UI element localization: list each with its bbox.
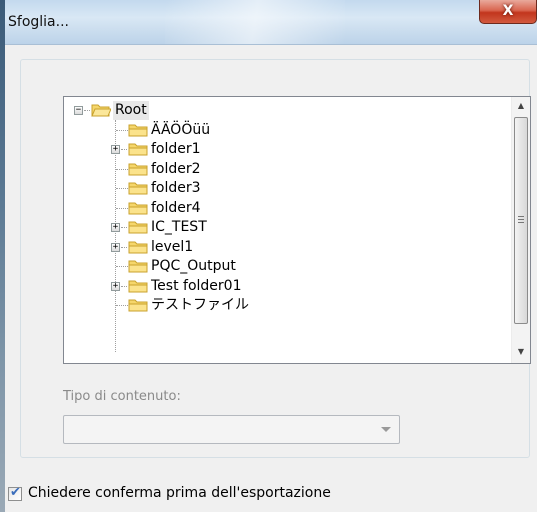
close-button[interactable]: X — [479, 0, 537, 24]
tree-connector — [121, 227, 127, 228]
expand-icon[interactable]: + — [111, 145, 120, 154]
tree-node-label: folder4 — [151, 200, 201, 216]
folder-icon — [128, 182, 148, 195]
tree-node-label: folder2 — [151, 161, 201, 177]
tree-node-label: folder3 — [151, 180, 201, 196]
tree-connector — [116, 208, 128, 209]
content-type-select[interactable] — [63, 415, 400, 444]
scroll-thumb[interactable] — [514, 117, 528, 324]
tree-connector — [116, 266, 128, 267]
folder-open-icon — [91, 104, 111, 117]
tree-node[interactable]: + level1 — [64, 238, 464, 257]
folder-icon — [128, 124, 148, 137]
tree-connector — [116, 188, 128, 189]
chevron-down-icon[interactable] — [381, 427, 391, 432]
expand-icon[interactable]: + — [111, 282, 120, 291]
tree-connector — [121, 286, 127, 287]
collapse-icon[interactable]: − — [74, 106, 83, 115]
tree-node-label: ÄÄÖÖüü — [151, 122, 211, 138]
thumb-grip — [518, 219, 524, 220]
tree-connector — [116, 130, 128, 131]
content-type-label: Tipo di contenuto: — [63, 389, 181, 404]
window-title: Sfoglia... — [8, 14, 69, 30]
folder-icon — [128, 143, 148, 156]
tree-node-root[interactable]: − Root — [64, 101, 364, 120]
thumb-grip — [518, 222, 524, 223]
tree-node[interactable]: folder2 — [64, 160, 464, 179]
confirm-export-checkbox[interactable]: ✔ — [8, 485, 22, 501]
tree-node-label: Root — [113, 101, 149, 120]
close-icon: X — [502, 3, 514, 19]
scroll-down-arrow-icon[interactable]: ▼ — [512, 343, 530, 361]
tree-node[interactable]: folder4 — [64, 199, 464, 218]
folder-icon — [128, 202, 148, 215]
folder-tree-content: − Root ÄÄÖÖüü + folder1 folder2 folder3 folde… — [64, 97, 512, 363]
folder-icon — [128, 280, 148, 293]
tree-node[interactable]: テストファイル — [64, 296, 464, 315]
expand-icon[interactable]: + — [111, 243, 120, 252]
scroll-up-arrow-icon[interactable]: ▲ — [512, 97, 530, 115]
tree-node-label: PQC_Output — [151, 258, 236, 274]
tree-node[interactable]: + IC_TEST — [64, 218, 464, 237]
tree-node[interactable]: ÄÄÖÖüü — [64, 121, 464, 140]
tree-node[interactable]: PQC_Output — [64, 257, 464, 276]
folder-tree[interactable]: − Root ÄÄÖÖüü + folder1 folder2 folder3 folde… — [63, 96, 531, 364]
folder-icon — [128, 260, 148, 273]
tree-connector — [84, 110, 90, 111]
folder-icon — [128, 221, 148, 234]
tree-node-label: Test folder01 — [151, 278, 242, 294]
confirm-export-label[interactable]: Chiedere conferma prima dell'esportazion… — [28, 485, 331, 501]
tree-node[interactable]: + Test folder01 — [64, 277, 464, 296]
tree-node-label: テストファイル — [151, 297, 249, 313]
tree-connector — [116, 169, 128, 170]
tree-node-label: folder1 — [151, 141, 201, 157]
folder-icon — [128, 241, 148, 254]
title-bar-shine — [165, 0, 345, 44]
tree-node[interactable]: folder3 — [64, 179, 464, 198]
tree-node-label: level1 — [151, 239, 194, 255]
tree-connector — [121, 247, 127, 248]
tree-node-label: IC_TEST — [151, 219, 207, 235]
tree-node[interactable]: + folder1 — [64, 140, 464, 159]
folder-icon — [128, 299, 148, 312]
checkmark-icon: ✔ — [10, 485, 21, 500]
title-bar[interactable]: Sfoglia... X — [5, 0, 537, 45]
dialog-client-area: − Root ÄÄÖÖüü + folder1 folder2 folder3 folde… — [5, 45, 537, 512]
expand-icon[interactable]: + — [111, 223, 120, 232]
group-box: − Root ÄÄÖÖüü + folder1 folder2 folder3 folde… — [20, 59, 531, 458]
tree-connector — [116, 305, 128, 306]
thumb-grip — [518, 216, 524, 217]
folder-icon — [128, 163, 148, 176]
tree-connector — [121, 149, 127, 150]
vertical-scrollbar[interactable]: ▲ ▼ — [511, 97, 530, 363]
